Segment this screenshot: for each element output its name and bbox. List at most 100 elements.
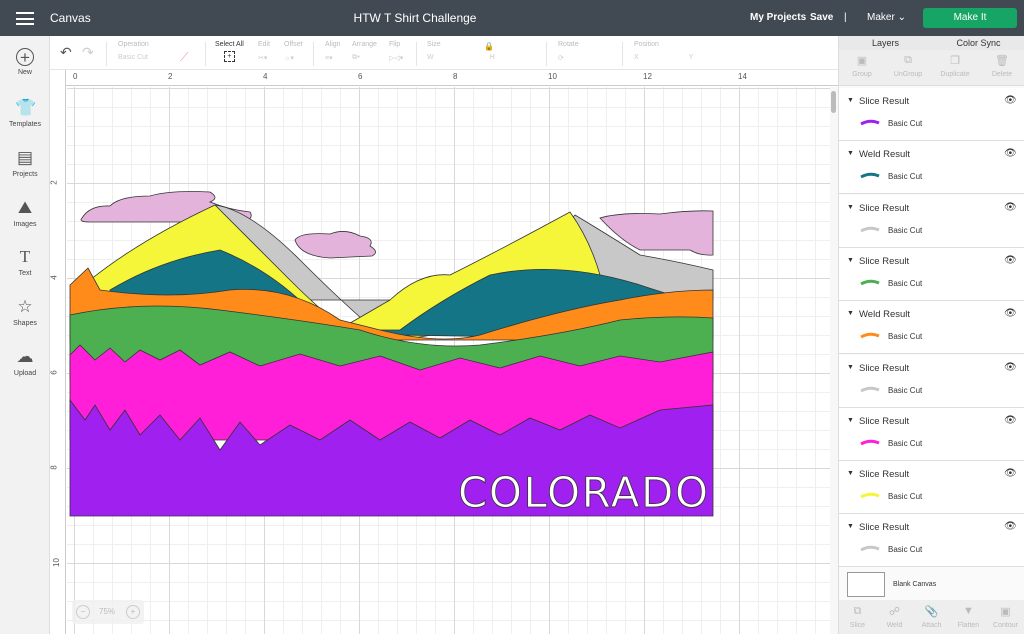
eye-icon[interactable]: 👁 — [1004, 202, 1017, 213]
sidebar-item-projects[interactable]: ▤ Projects — [0, 148, 50, 178]
y-field[interactable]: Y — [689, 54, 694, 61]
duplicate-label: Duplicate — [940, 71, 970, 78]
rotate-icon: ⟳ — [558, 55, 564, 62]
eye-icon[interactable]: 👁 — [1004, 95, 1017, 106]
contour-button[interactable]: ▣ Contour — [987, 605, 1024, 629]
sidebar-item-upload[interactable]: ☁ Upload — [0, 347, 50, 377]
sidebar-item-label: Projects — [12, 171, 38, 178]
sidebar-item-new[interactable]: + New — [0, 48, 50, 76]
image-icon: ⛰ — [17, 198, 33, 217]
zoom-in-button[interactable]: + — [126, 605, 140, 619]
flip-button[interactable]: Flip ▷◁▾ — [389, 41, 403, 62]
eye-icon[interactable]: 👁 — [1004, 362, 1017, 373]
eye-icon[interactable]: 👁 — [1004, 468, 1017, 479]
flatten-button[interactable]: ▼ Flatten — [950, 605, 987, 629]
blank-canvas-layer[interactable]: Blank Canvas — [839, 568, 1024, 600]
layer-item[interactable]: ▼ Weld Result 👁 Basic Cut — [839, 301, 1024, 355]
layer-item[interactable]: ▼ Slice Result 👁 Basic Cut — [839, 88, 1024, 141]
eye-icon[interactable]: 👁 — [1004, 255, 1017, 266]
make-it-button[interactable]: Make It — [923, 8, 1017, 28]
edit-button[interactable]: Edit ✂▾ — [258, 41, 270, 62]
sidebar-item-label: Images — [13, 221, 37, 228]
attach-button[interactable]: 📎 Attach — [913, 605, 950, 629]
layer-item[interactable]: ▼ Slice Result 👁 Basic Cut — [839, 247, 1024, 301]
lock-icon[interactable]: 🔒 — [484, 42, 494, 51]
ungroup-button[interactable]: ⧉ UnGroup — [885, 54, 931, 78]
ruler-tick-label: 4 — [263, 72, 268, 81]
width-field[interactable]: W — [427, 54, 434, 61]
select-all-button[interactable]: Select All + — [215, 41, 244, 62]
expand-arrow-icon[interactable]: ▼ — [847, 310, 854, 317]
sidebar-item-text[interactable]: T Text — [0, 247, 50, 277]
pen-color-icon[interactable]: ⟋ — [180, 50, 188, 65]
blank-canvas-swatch[interactable] — [847, 572, 885, 597]
layer-item[interactable]: ▼ Slice Result 👁 Basic Cut — [839, 407, 1024, 461]
duplicate-button[interactable]: ❐ Duplicate — [932, 54, 978, 78]
expand-arrow-icon[interactable]: ▼ — [847, 417, 854, 424]
layer-item[interactable]: ▼ Slice Result 👁 Basic Cut — [839, 514, 1024, 568]
group-button[interactable]: ▣ Group — [839, 54, 885, 78]
layer-item[interactable]: ▼ Weld Result 👁 Basic Cut — [839, 141, 1024, 195]
ruler-tick-label: 2 — [49, 180, 59, 185]
eye-icon[interactable]: 👁 — [1004, 148, 1017, 159]
machine-select[interactable]: Maker ⌄ — [867, 12, 906, 23]
layer-title: Weld Result — [859, 149, 911, 161]
zoom-control: − 75% + — [72, 600, 144, 624]
expand-arrow-icon[interactable]: ▼ — [847, 470, 854, 477]
arrange-icon: ⧉▾ — [352, 54, 360, 61]
zoom-out-button[interactable]: − — [76, 605, 90, 619]
weld-button[interactable]: ☍ Weld — [876, 605, 913, 629]
align-button[interactable]: Align ≡▾ — [325, 41, 341, 62]
flip-icon: ▷◁▾ — [389, 55, 404, 62]
undo-icon[interactable]: ↶ — [60, 44, 72, 61]
sidebar-item-images[interactable]: ⛰ Images — [0, 198, 50, 228]
delete-button[interactable]: 🗑 Delete — [979, 54, 1024, 78]
vertical-scrollbar[interactable] — [830, 87, 838, 634]
eye-icon[interactable]: 👁 — [1004, 308, 1017, 319]
layer-title: Slice Result — [859, 415, 910, 427]
group-icon: ▣ — [856, 55, 868, 67]
rotate-field[interactable]: Rotate ⟳ — [558, 41, 579, 62]
expand-arrow-icon[interactable]: ▼ — [847, 204, 854, 211]
eye-icon[interactable]: 👁 — [1004, 521, 1017, 532]
sidebar-item-label: Text — [18, 270, 32, 277]
expand-arrow-icon[interactable]: ▼ — [847, 364, 854, 371]
align-label: Align — [325, 41, 341, 48]
tab-color-sync[interactable]: Color Sync — [932, 38, 1024, 48]
layer-item[interactable]: ▼ Slice Result 👁 Basic Cut — [839, 461, 1024, 515]
x-field[interactable]: X — [634, 54, 639, 61]
save-button[interactable]: Save — [810, 12, 833, 23]
layer-thumbnail — [860, 279, 880, 286]
divider — [622, 42, 623, 66]
layer-operation: Basic Cut — [888, 119, 923, 128]
expand-arrow-icon[interactable]: ▼ — [847, 257, 854, 264]
blank-canvas-label: Blank Canvas — [893, 581, 937, 588]
layer-item[interactable]: ▼ Slice Result 👁 Basic Cut — [839, 194, 1024, 248]
layer-item[interactable]: ▼ Slice Result 👁 Basic Cut — [839, 354, 1024, 408]
height-field[interactable]: H — [490, 54, 495, 61]
expand-arrow-icon[interactable]: ▼ — [847, 150, 854, 157]
divider: | — [844, 12, 847, 23]
arrange-button[interactable]: Arrange ⧉▾ — [352, 41, 377, 62]
slice-button[interactable]: ⧉ Slice — [839, 605, 876, 629]
offset-button[interactable]: Offset ☼▾ — [284, 41, 303, 62]
contour-label: Contour — [993, 622, 1018, 629]
layer-thumbnail — [860, 119, 880, 126]
operation-select[interactable]: Operation Basic Cut — [118, 41, 149, 61]
sidebar-item-templates[interactable]: 👕 Templates — [0, 98, 50, 128]
expand-arrow-icon[interactable]: ▼ — [847, 523, 854, 530]
select-all-label: Select All — [215, 41, 244, 48]
sidebar-item-shapes[interactable]: ☆ Shapes — [0, 297, 50, 327]
my-projects-link[interactable]: My Projects — [750, 12, 806, 23]
expand-arrow-icon[interactable]: ▼ — [847, 97, 854, 104]
offset-icon: ☼▾ — [284, 55, 294, 62]
scrollbar-thumb[interactable] — [831, 91, 836, 113]
sidebar-item-label: Upload — [13, 370, 37, 377]
ruler-tick-label: 8 — [49, 465, 59, 470]
layer-title: Slice Result — [859, 362, 910, 374]
divider — [416, 42, 417, 66]
redo-icon[interactable]: ↷ — [82, 44, 94, 61]
design-canvas[interactable]: COLORADO — [67, 87, 830, 634]
eye-icon[interactable]: 👁 — [1004, 415, 1017, 426]
artwork[interactable]: COLORADO — [67, 87, 830, 634]
